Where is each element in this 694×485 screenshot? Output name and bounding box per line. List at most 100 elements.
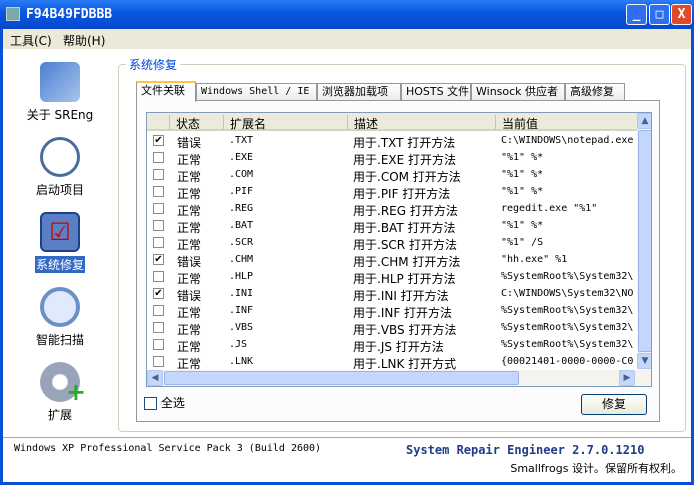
- checklist-icon: ☑: [40, 212, 80, 252]
- close-button[interactable]: X: [671, 4, 692, 25]
- row-extension: .HLP: [229, 271, 254, 282]
- sidebar-item-extend[interactable]: + 扩展: [10, 362, 110, 423]
- row-checkbox[interactable]: [153, 220, 164, 231]
- menu-help[interactable]: 帮助(H): [63, 32, 105, 49]
- scroll-left-button[interactable]: ◀: [147, 370, 163, 386]
- file-association-list[interactable]: 状态 扩展名 描述 当前值 ✔ 错误 .TXT 用于.TXT 打开方法 C:\W…: [146, 112, 652, 387]
- sidebar-label: 智能扫描: [35, 333, 84, 347]
- row-extension: .EXE: [229, 152, 254, 163]
- minimize-button[interactable]: _: [626, 4, 647, 25]
- row-checkbox[interactable]: [153, 186, 164, 197]
- table-row[interactable]: 正常 .JS 用于.JS 打开方法 %SystemRoot%\System32\: [147, 336, 637, 354]
- row-checkbox[interactable]: [153, 356, 164, 367]
- column-status[interactable]: 状态: [169, 115, 223, 131]
- row-checkbox[interactable]: [153, 237, 164, 248]
- table-row[interactable]: 正常 .BAT 用于.BAT 打开方法 "%1" %*: [147, 217, 637, 235]
- table-row[interactable]: 正常 .PIF 用于.PIF 打开方法 "%1" %*: [147, 183, 637, 201]
- table-row[interactable]: 正常 .HLP 用于.HLP 打开方法 %SystemRoot%\System3…: [147, 268, 637, 286]
- row-checkbox[interactable]: [153, 322, 164, 333]
- maximize-button[interactable]: □: [649, 4, 670, 25]
- magnifier-icon: [40, 287, 80, 327]
- menu-bar: 工具(C) 帮助(H): [3, 29, 691, 49]
- checkbox-box[interactable]: [144, 397, 157, 410]
- row-checkbox[interactable]: [153, 271, 164, 282]
- sidebar-item-startup[interactable]: 启动项目: [10, 137, 110, 198]
- sidebar-item-about[interactable]: 关于 SREng: [10, 62, 110, 123]
- row-current-value: C:\WINDOWS\System32\NO: [501, 288, 634, 299]
- row-extension: .JS: [229, 339, 248, 350]
- table-row[interactable]: ✔ 错误 .CHM 用于.CHM 打开方法 "hh.exe" %1: [147, 251, 637, 269]
- row-extension: .TXT: [229, 135, 254, 146]
- row-current-value: %SystemRoot%\System32\: [501, 305, 634, 316]
- table-row[interactable]: ✔ 错误 .TXT 用于.TXT 打开方法 C:\WINDOWS\notepad…: [147, 132, 637, 150]
- row-extension: .INI: [229, 288, 254, 299]
- vertical-scrollbar[interactable]: ▲ ▼: [637, 113, 651, 370]
- table-row[interactable]: 正常 .LNK 用于.LNK 打开方式 {00021401-0000-0000-…: [147, 353, 637, 371]
- column-current-value[interactable]: 当前值: [495, 115, 637, 131]
- table-row[interactable]: ✔ 错误 .INI 用于.INI 打开方法 C:\WINDOWS\System3…: [147, 285, 637, 303]
- row-current-value: "hh.exe" %1: [501, 254, 568, 265]
- column-description[interactable]: 描述: [347, 115, 495, 131]
- row-current-value: regedit.exe "%1": [501, 203, 598, 214]
- row-current-value: "%1" %*: [501, 220, 544, 231]
- row-checkbox[interactable]: [153, 152, 164, 163]
- app-icon: [6, 7, 20, 21]
- row-extension: .INF: [229, 305, 254, 316]
- row-extension: .REG: [229, 203, 254, 214]
- table-row[interactable]: 正常 .VBS 用于.VBS 打开方法 %SystemRoot%\System3…: [147, 319, 637, 337]
- copyright: Smallfrogs 设计。保留所有权利。: [510, 462, 682, 475]
- row-extension: .LNK: [229, 356, 254, 367]
- row-extension: .CHM: [229, 254, 254, 265]
- row-current-value: "%1" %*: [501, 186, 544, 197]
- tab-windows-shell[interactable]: Windows Shell / IE: [196, 83, 317, 101]
- menu-tools[interactable]: 工具(C): [10, 32, 52, 49]
- sidebar-item-scan[interactable]: 智能扫描: [10, 287, 110, 348]
- row-checkbox[interactable]: [153, 169, 164, 180]
- tab-winsock[interactable]: Winsock 供应者: [471, 83, 565, 101]
- row-checkbox[interactable]: ✔: [153, 254, 164, 265]
- tab-advanced-repair[interactable]: 高级修复: [565, 83, 625, 101]
- table-row[interactable]: 正常 .REG 用于.REG 打开方法 regedit.exe "%1": [147, 200, 637, 218]
- row-extension: .SCR: [229, 237, 254, 248]
- gear-plus-icon: +: [40, 362, 86, 406]
- row-checkbox[interactable]: [153, 203, 164, 214]
- row-checkbox[interactable]: [153, 305, 164, 316]
- row-extension: .BAT: [229, 220, 254, 231]
- scroll-up-button[interactable]: ▲: [637, 113, 651, 129]
- select-all-label: 全选: [160, 396, 185, 410]
- scroll-thumb[interactable]: [638, 130, 651, 352]
- column-extension[interactable]: 扩展名: [223, 115, 347, 131]
- row-current-value: "%1" %*: [501, 152, 544, 163]
- table-row[interactable]: 正常 .EXE 用于.EXE 打开方法 "%1" %*: [147, 149, 637, 167]
- sidebar-label: 系统修复: [34, 256, 85, 273]
- row-current-value: "%1" /S: [501, 237, 544, 248]
- clock-icon: [40, 137, 80, 177]
- title-bar[interactable]: F94B49FDBBB _ □ X: [0, 0, 694, 29]
- row-extension: .VBS: [229, 322, 254, 333]
- tab-browser-addons[interactable]: 浏览器加载项: [317, 83, 401, 101]
- list-header: 状态 扩展名 描述 当前值: [147, 113, 637, 131]
- table-row[interactable]: 正常 .INF 用于.INF 打开方法 %SystemRoot%\System3…: [147, 302, 637, 320]
- hscroll-thumb[interactable]: [164, 371, 519, 385]
- scroll-down-button[interactable]: ▼: [637, 353, 651, 369]
- row-checkbox[interactable]: ✔: [153, 135, 164, 146]
- repair-button[interactable]: 修复: [581, 394, 647, 415]
- tab-file-association[interactable]: 文件关联: [136, 81, 196, 102]
- status-separator: [3, 437, 691, 438]
- sidebar-label: 启动项目: [35, 183, 84, 197]
- select-all-checkbox[interactable]: 全选: [144, 394, 185, 411]
- window-title: F94B49FDBBB: [26, 7, 113, 22]
- sidebar-label: 关于 SREng: [26, 108, 94, 122]
- row-checkbox[interactable]: ✔: [153, 288, 164, 299]
- row-extension: .PIF: [229, 186, 254, 197]
- row-current-value: {00021401-0000-0000-C0: [501, 356, 634, 367]
- row-current-value: C:\WINDOWS\notepad.exe: [501, 135, 634, 146]
- table-row[interactable]: 正常 .COM 用于.COM 打开方法 "%1" %*: [147, 166, 637, 184]
- sidebar-item-repair[interactable]: ☑ 系统修复: [10, 212, 110, 273]
- row-checkbox[interactable]: [153, 339, 164, 350]
- scroll-right-button[interactable]: ▶: [619, 370, 635, 386]
- horizontal-scrollbar[interactable]: ◀ ▶: [147, 370, 651, 386]
- row-current-value: "%1" %*: [501, 169, 544, 180]
- table-row[interactable]: 正常 .SCR 用于.SCR 打开方法 "%1" /S: [147, 234, 637, 252]
- tab-hosts[interactable]: HOSTS 文件: [401, 83, 471, 101]
